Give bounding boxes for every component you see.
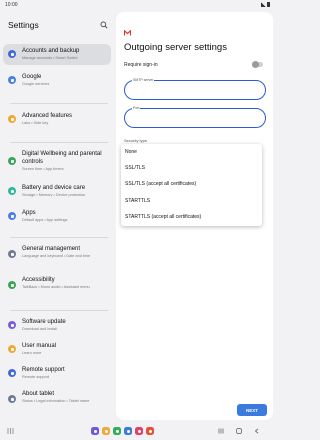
dropdown-option-none[interactable]: None	[121, 144, 262, 160]
app-drawer-icon[interactable]	[7, 428, 14, 434]
sidebar-item-apps[interactable]: Apps Default apps • App settings	[3, 206, 111, 227]
sidebar-item-advanced-features[interactable]: Advanced features Labs • Side key	[3, 109, 111, 130]
chat-app-icon[interactable]	[124, 427, 132, 435]
security-type-dropdown: None SSL/TLS SSL/TLS (accept all certifi…	[121, 144, 262, 226]
app-dock	[91, 427, 154, 435]
next-button[interactable]: NEXT	[237, 404, 267, 416]
navigation-bar	[0, 422, 275, 440]
smtp-server-label: SMTP server	[132, 78, 155, 83]
sidebar-item-sub: Storage • Memory • Device protection	[22, 193, 86, 197]
settings-sidebar: Settings Accounts and backup Manage accou…	[0, 10, 116, 422]
back-icon[interactable]	[254, 428, 260, 434]
sidebar-item-label: Accounts and backup	[22, 48, 80, 54]
sidebar-item-label: Apps	[22, 210, 36, 216]
battery-icon	[267, 2, 270, 7]
sidebar-item-sub: Google services	[22, 82, 50, 86]
status-bar: 10:00	[0, 0, 275, 10]
status-icons	[261, 2, 270, 7]
messages-app-icon[interactable]	[102, 427, 110, 435]
divider	[10, 310, 108, 311]
sidebar-item-battery-device-care[interactable]: Battery and device care Storage • Memory …	[3, 181, 111, 202]
sidebar-item-remote-support[interactable]: Remote support Remote support	[3, 363, 111, 384]
sidebar-item-label: User manual	[22, 343, 57, 349]
home-icon[interactable]	[236, 428, 242, 434]
toggle-knob	[252, 61, 259, 68]
sidebar-item-label: Remote support	[22, 367, 65, 373]
sidebar-item-general-management[interactable]: General management Language and keyboard …	[3, 242, 111, 263]
about-tablet-icon	[8, 395, 16, 403]
sidebar-item-label: Google	[22, 74, 42, 80]
sidebar-item-accessibility[interactable]: Accessibility TalkBack • Mono audio • Ass…	[3, 273, 111, 294]
contacts-app-icon[interactable]	[113, 427, 121, 435]
sidebar-item-sub: Default apps • App settings	[22, 218, 68, 222]
divider	[10, 237, 108, 238]
sidebar-item-label: Advanced features	[22, 113, 73, 119]
sidebar-item-sub: Language and keyboard • Date and time	[22, 254, 91, 258]
sidebar-item-sub: Learn more	[22, 351, 42, 355]
port-field[interactable]: Port	[124, 106, 266, 128]
divider	[10, 142, 108, 143]
accessibility-icon	[8, 281, 16, 289]
sidebar-item-digital-wellbeing[interactable]: Digital Wellbeing and parental controls S…	[3, 147, 111, 176]
sidebar-item-user-manual[interactable]: User manual Learn more	[3, 339, 111, 360]
sidebar-item-label: Battery and device care	[22, 185, 86, 191]
sidebar-item-sub: TalkBack • Mono audio • Assistant menu	[22, 285, 90, 289]
sidebar-item-accounts-backup[interactable]: Accounts and backup Manage accounts • Sma…	[3, 44, 111, 65]
sidebar-item-software-update[interactable]: Software update Download and install	[3, 315, 111, 336]
accounts-backup-icon	[8, 50, 16, 58]
settings-title: Settings	[8, 20, 39, 30]
sidebar-item-sub: Remote support	[22, 375, 50, 379]
smtp-server-field[interactable]: SMTP server	[124, 78, 266, 100]
remote-support-icon	[8, 369, 16, 377]
wellbeing-icon	[8, 157, 16, 165]
gallery-app-icon[interactable]	[146, 427, 154, 435]
general-management-icon	[8, 250, 16, 258]
software-update-icon	[8, 321, 16, 329]
dropdown-option-ssl-tls[interactable]: SSL/TLS	[121, 160, 262, 176]
search-icon[interactable]	[100, 21, 108, 29]
sidebar-item-about-tablet[interactable]: About tablet Status • Legal information •…	[3, 387, 111, 408]
recents-icon[interactable]	[218, 428, 224, 434]
email-app-icon	[124, 30, 131, 36]
sidebar-item-label: Accessibility	[22, 277, 55, 283]
page-title: Outgoing server settings	[124, 42, 227, 53]
google-icon	[8, 76, 16, 84]
sidebar-item-label: Software update	[22, 319, 66, 325]
sidebar-item-google[interactable]: Google Google services	[3, 70, 111, 91]
security-type-label: Security type	[124, 138, 148, 143]
dropdown-option-starttls[interactable]: STARTTLS	[121, 193, 262, 209]
sidebar-item-sub: Download and install	[22, 327, 58, 331]
require-signin-label: Require sign-in	[124, 62, 158, 68]
sidebar-item-label: About tablet	[22, 391, 55, 397]
sidebar-item-sub: Status • Legal information • Tablet name	[22, 399, 90, 403]
camera-app-icon[interactable]	[135, 427, 143, 435]
divider	[10, 103, 108, 104]
sidebar-item-sub: Labs • Side key	[22, 121, 49, 125]
dropdown-option-starttls-accept-all[interactable]: STARTTLS (accept all certificates)	[121, 209, 262, 225]
user-manual-icon	[8, 345, 16, 353]
signal-icon	[261, 2, 266, 7]
require-signin-toggle[interactable]	[252, 61, 263, 68]
sidebar-item-sub: Screen time • App timers	[22, 166, 64, 171]
port-label: Port	[132, 106, 141, 111]
phone-app-icon[interactable]	[91, 427, 99, 435]
dropdown-option-ssl-tls-accept-all[interactable]: SSL/TLS (accept all certificates)	[121, 176, 262, 192]
sidebar-item-label: Digital Wellbeing and parental controls	[22, 151, 102, 165]
advanced-features-icon	[8, 115, 16, 123]
sidebar-item-label: General management	[22, 246, 81, 252]
status-time: 10:00	[5, 2, 18, 8]
device-care-icon	[8, 187, 16, 195]
apps-icon	[8, 212, 16, 220]
sidebar-item-sub: Manage accounts • Smart Switch	[22, 56, 78, 60]
